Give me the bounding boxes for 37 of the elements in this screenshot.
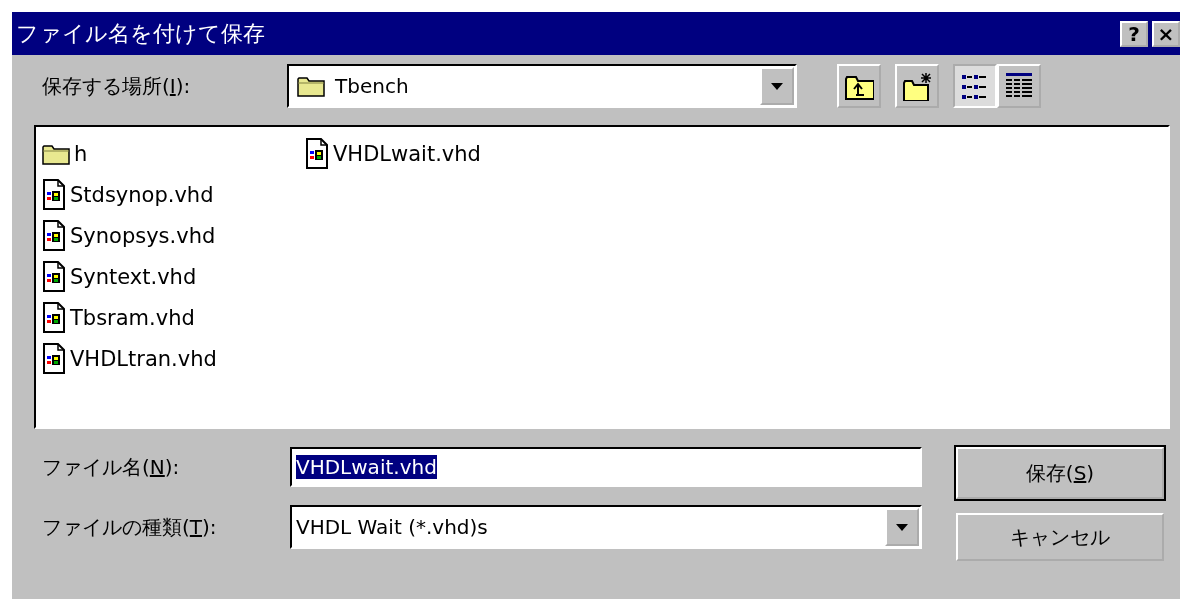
close-button[interactable]: × (1152, 20, 1180, 47)
file-icon (42, 260, 66, 293)
dropdown-value: VHDL Wait (*.vhd)s (296, 515, 489, 539)
caret-icon (770, 81, 784, 91)
window-title: ファイル名を付けて保存 (16, 19, 266, 48)
caret-icon (895, 522, 909, 532)
folder-up-button[interactable] (837, 64, 881, 108)
field-value: VHDLwait.vhd (296, 455, 437, 479)
field-label: ファイル名(N): (42, 453, 181, 481)
field-label: 保存する場所(I): (42, 72, 192, 100)
file-icon (42, 219, 66, 252)
file-name[interactable]: Tbsram.vhd (70, 305, 195, 330)
file-name-field[interactable]: VHDLwait.vhd (290, 447, 922, 487)
file-name[interactable]: h (74, 141, 88, 166)
file-icon (305, 137, 329, 170)
list-view-button[interactable] (953, 64, 997, 108)
file-name[interactable]: Synopsys.vhd (70, 223, 216, 248)
file-type-dropdown[interactable]: VHDL Wait (*.vhd)s (290, 505, 922, 549)
file-name[interactable]: VHDLwait.vhd (333, 141, 481, 166)
new-folder-icon (902, 71, 932, 101)
file-name[interactable]: Syntext.vhd (70, 264, 197, 289)
file-icon (42, 301, 66, 334)
help-button[interactable]: ? (1120, 20, 1148, 47)
file-name[interactable]: Stdsynop.vhd (70, 182, 214, 207)
location-dropdown[interactable]: Tbench (287, 64, 797, 108)
file-icon (42, 342, 66, 375)
folder-icon (297, 74, 325, 98)
file-name[interactable]: VHDLtran.vhd (70, 346, 217, 371)
file-icon (42, 178, 66, 211)
cancel-button[interactable]: キャンセル (956, 513, 1164, 561)
dropdown-value: Tbench (335, 74, 410, 98)
dropdown-button[interactable] (760, 67, 794, 105)
save-button[interactable]: 保存(S) (956, 447, 1164, 499)
field-label: ファイルの種類(T): (42, 513, 218, 541)
dropdown-button[interactable] (885, 508, 919, 546)
details-view-button[interactable] (997, 64, 1041, 108)
new-folder-button[interactable] (895, 64, 939, 108)
